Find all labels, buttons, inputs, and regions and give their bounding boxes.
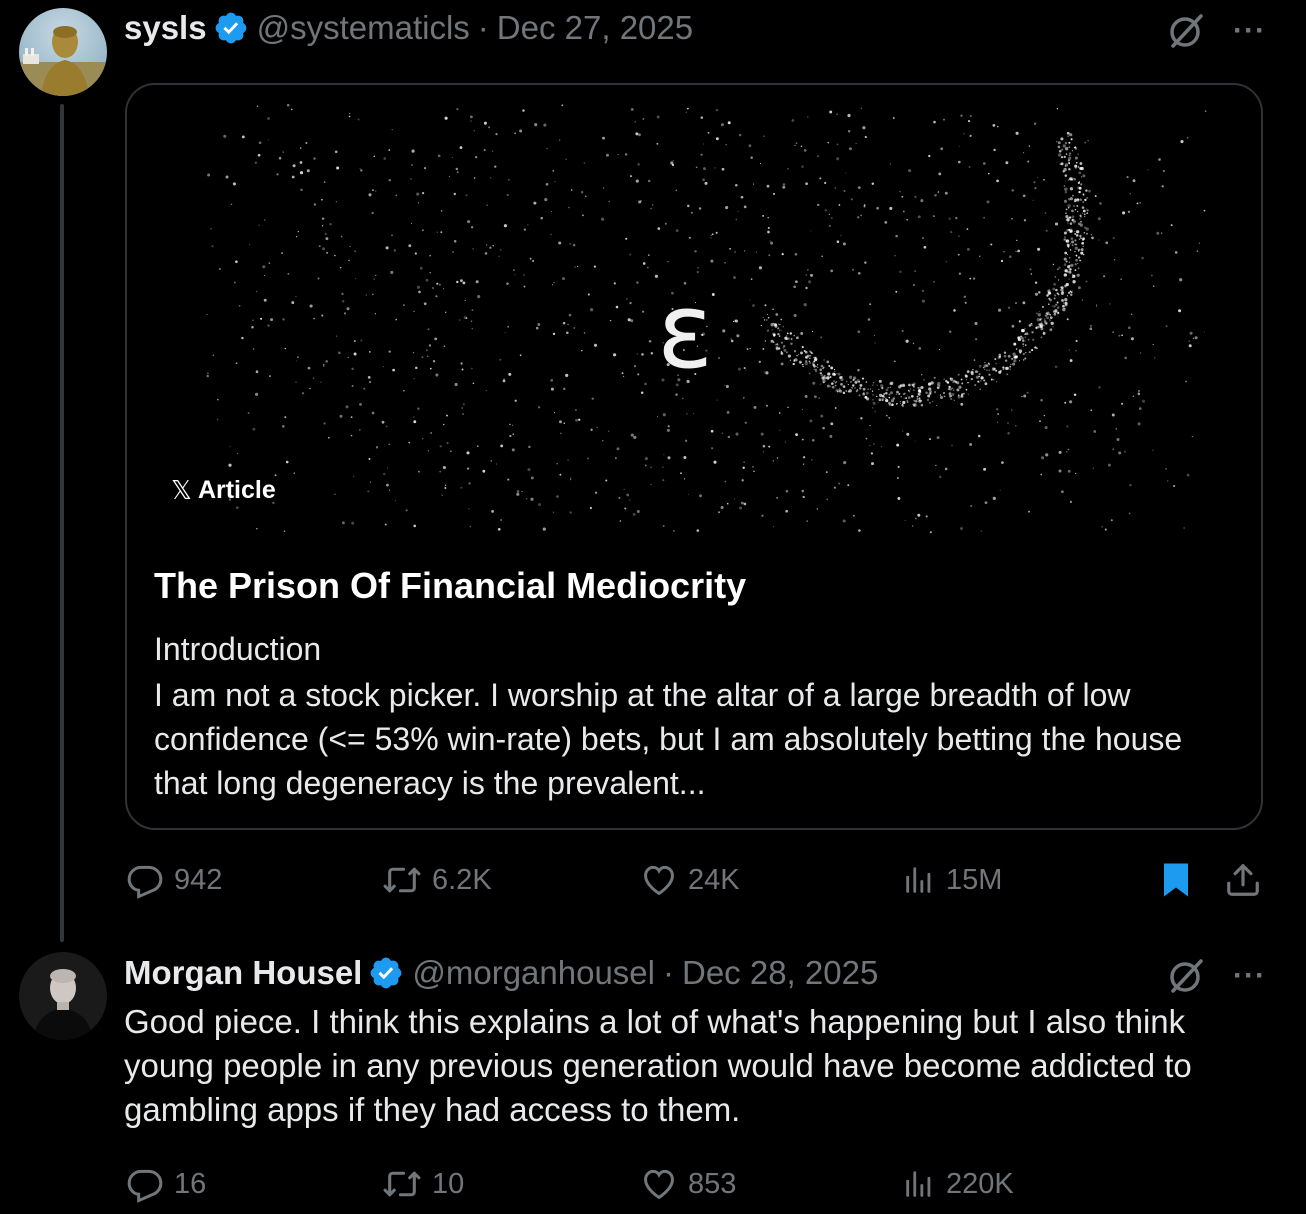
- article-title[interactable]: The Prison Of Financial Mediocrity: [154, 563, 1234, 609]
- more-icon[interactable]: ···: [1233, 961, 1266, 991]
- thread-connector-line: [60, 104, 64, 942]
- tweet-header: sysls @systematicls · Dec 27, 2025: [124, 8, 693, 48]
- tweet-top-actions: ···: [1165, 10, 1266, 52]
- article-excerpt: I am not a stock picker. I worship at th…: [154, 677, 1183, 801]
- tweet-header: Morgan Housel @morganhousel · Dec 28, 20…: [124, 953, 878, 993]
- tweet-date[interactable]: Dec 27, 2025: [497, 8, 693, 48]
- reply-count: 942: [174, 864, 223, 896]
- tweet-action-bar: 16 10 853 220K: [0, 1160, 1306, 1208]
- views-icon: [906, 867, 931, 893]
- avatar-portrait-image: [19, 952, 107, 1040]
- repost-icon: [383, 1171, 421, 1197]
- tweet-top-actions: ···: [1165, 955, 1266, 997]
- share-icon: [1227, 864, 1259, 896]
- tweet-date[interactable]: Dec 28, 2025: [682, 953, 878, 993]
- bookmark-icon: [1164, 863, 1188, 897]
- reply-count: 16: [174, 1168, 207, 1200]
- article-badge-label: Article: [197, 476, 276, 504]
- repost-count: 10: [432, 1168, 465, 1200]
- user-handle[interactable]: @systematicls: [257, 8, 470, 48]
- reply-button[interactable]: 942: [126, 860, 222, 900]
- verified-badge-icon: [368, 955, 404, 991]
- like-icon: [644, 1169, 674, 1200]
- reply-icon: [127, 865, 163, 899]
- grok-icon[interactable]: [1165, 955, 1207, 997]
- cover-epsilon-symbol: ε: [657, 270, 714, 392]
- separator-dot: ·: [477, 9, 489, 46]
- like-button[interactable]: 853: [640, 1164, 736, 1204]
- tweet-action-bar: 942 6.2K 24K 15M: [0, 856, 1306, 904]
- repost-button[interactable]: 10: [382, 1164, 464, 1204]
- views-count: 220K: [946, 1168, 1014, 1200]
- avatar-sysls[interactable]: [19, 8, 107, 96]
- like-count: 853: [688, 1168, 737, 1200]
- article-card[interactable]: ε 𝕏 Article The Prison Of Financial Medi…: [125, 83, 1263, 830]
- separator-dot: ·: [663, 954, 674, 991]
- thread-view: sysls @systematicls · Dec 27, 2025 ··· ε…: [0, 0, 1306, 1214]
- article-badge: 𝕏 Article: [171, 475, 276, 506]
- like-icon: [644, 865, 674, 896]
- repost-icon: [383, 867, 421, 893]
- views-button[interactable]: 220K: [902, 1164, 1014, 1204]
- like-count: 24K: [688, 864, 740, 896]
- repost-count: 6.2K: [432, 864, 492, 896]
- bookmark-button[interactable]: [1158, 860, 1194, 905]
- views-button[interactable]: 15M: [902, 860, 1002, 900]
- views-icon: [906, 1171, 931, 1197]
- user-handle[interactable]: @morganhousel: [412, 953, 655, 993]
- article-subhead: Introduction: [154, 631, 322, 667]
- x-logo-icon: 𝕏: [171, 475, 192, 505]
- verified-badge-icon: [213, 10, 249, 46]
- display-name[interactable]: Morgan Housel: [124, 953, 362, 993]
- more-icon[interactable]: ···: [1233, 16, 1266, 46]
- avatar-morgan-housel[interactable]: [19, 952, 107, 1040]
- tweet-text: Good piece. I think this explains a lot …: [124, 1003, 1192, 1128]
- grok-icon[interactable]: [1165, 10, 1207, 52]
- avatar-statue-image: [19, 8, 107, 96]
- reply-icon: [127, 1169, 163, 1203]
- article-cover-image: ε 𝕏 Article: [127, 85, 1261, 543]
- reply-button[interactable]: 16: [126, 1164, 206, 1204]
- display-name[interactable]: sysls: [124, 8, 207, 48]
- views-count: 15M: [946, 864, 1003, 896]
- repost-button[interactable]: 6.2K: [382, 860, 492, 900]
- like-button[interactable]: 24K: [640, 860, 740, 900]
- share-button[interactable]: [1224, 860, 1262, 905]
